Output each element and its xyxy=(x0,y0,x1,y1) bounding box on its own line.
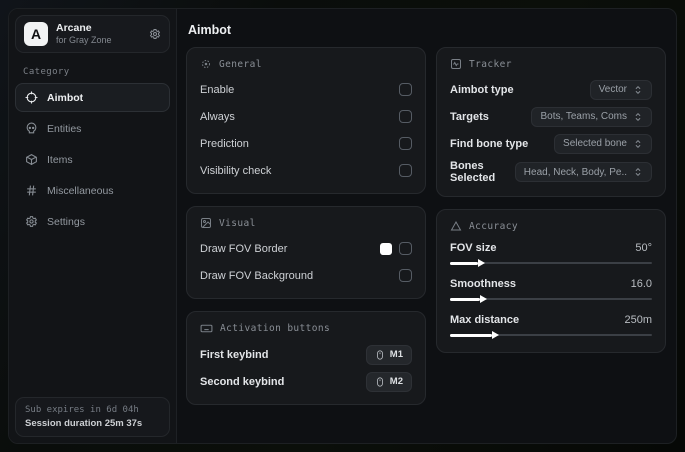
sidebar-item-label: Entities xyxy=(47,122,82,135)
aimbot-type-dropdown[interactable]: Vector xyxy=(589,79,652,100)
setting-row-always: Always xyxy=(200,106,412,127)
second-keybind-button[interactable]: M2 xyxy=(365,371,412,392)
setting-row-second-keybind: Second keybind M2 xyxy=(200,371,412,392)
enable-checkbox[interactable] xyxy=(399,83,412,96)
sidebar-item-entities[interactable]: Entities xyxy=(15,114,170,143)
image-icon xyxy=(200,217,212,229)
setting-row-enable: Enable xyxy=(200,79,412,100)
fov-size-value: 50° xyxy=(635,242,652,254)
chevrons-up-down-icon xyxy=(633,167,643,177)
box-icon xyxy=(25,153,38,166)
find-bone-type-dropdown[interactable]: Selected bone xyxy=(554,133,652,154)
sub-expires-text: Sub expires in 6d 04h xyxy=(25,405,139,415)
general-card: General Enable Always Prediction Visibil… xyxy=(186,47,426,194)
section-title: General xyxy=(219,58,262,70)
setting-row-bones-selected: Bones Selected Head, Neck, Body, Pe.. xyxy=(450,160,652,184)
app-name: Arcane xyxy=(56,22,92,35)
sidebar-item-aimbot[interactable]: Aimbot xyxy=(15,83,170,112)
setting-row-find-bone-type: Find bone type Selected bone xyxy=(450,133,652,154)
max-distance-slider[interactable] xyxy=(450,330,652,340)
activity-icon xyxy=(450,58,462,70)
mouse-icon xyxy=(375,376,385,388)
sidebar-item-label: Items xyxy=(47,153,73,166)
slider-thumb[interactable] xyxy=(492,331,500,339)
first-keybind-button[interactable]: M1 xyxy=(365,344,412,365)
chevrons-up-down-icon xyxy=(633,112,643,122)
app-logo: A xyxy=(24,22,48,46)
app-subtitle: for Gray Zone xyxy=(56,34,112,45)
setting-row-aimbot-type: Aimbot type Vector xyxy=(450,79,652,100)
smoothness-value: 16.0 xyxy=(630,278,652,290)
setting-row-draw-fov-background: Draw FOV Background xyxy=(200,265,412,286)
page-title: Aimbot xyxy=(188,23,232,37)
setting-row-prediction: Prediction xyxy=(200,133,412,154)
accuracy-card: Accuracy FOV size 50° Smoothness 16.0 Ma… xyxy=(436,209,666,353)
sidebar-item-label: Miscellaneous xyxy=(47,184,114,197)
crosshair-icon xyxy=(25,91,38,104)
visual-card: Visual Draw FOV Border Draw FOV Backgrou… xyxy=(186,206,426,299)
always-checkbox[interactable] xyxy=(399,110,412,123)
chevrons-up-down-icon xyxy=(633,139,643,149)
fov-border-color-swatch[interactable] xyxy=(380,242,392,255)
mouse-icon xyxy=(375,349,385,361)
sidebar-item-label: Settings xyxy=(47,215,85,228)
section-title: Activation buttons xyxy=(220,323,331,334)
sidebar-nav: Aimbot Entities Items Miscellaneous Sett… xyxy=(15,83,170,236)
bones-selected-dropdown[interactable]: Head, Neck, Body, Pe.. xyxy=(514,162,652,182)
draw-fov-background-checkbox[interactable] xyxy=(399,269,412,282)
draw-fov-border-checkbox[interactable] xyxy=(399,242,412,255)
activation-buttons-card: Activation buttons First keybind M1 Seco… xyxy=(186,311,426,405)
setting-row-fov-size: FOV size 50° xyxy=(450,242,652,268)
targets-dropdown[interactable]: Bots, Teams, Coms xyxy=(531,106,652,127)
keyboard-icon xyxy=(200,322,213,335)
setting-row-smoothness: Smoothness 16.0 xyxy=(450,278,652,304)
section-title: Accuracy xyxy=(469,220,518,232)
chevrons-up-down-icon xyxy=(633,85,643,95)
header-gear-icon[interactable] xyxy=(149,28,161,40)
sliders-icon xyxy=(25,184,38,197)
slider-thumb[interactable] xyxy=(478,259,486,267)
section-title: Visual xyxy=(219,217,256,229)
category-label: Category xyxy=(23,67,70,77)
subscription-info: Sub expires in 6d 04h Session duration 2… xyxy=(15,397,170,437)
sidebar-item-miscellaneous[interactable]: Miscellaneous xyxy=(15,176,170,205)
setting-row-visibility-check: Visibility check xyxy=(200,160,412,181)
fov-size-slider[interactable] xyxy=(450,258,652,268)
visibility-check-checkbox[interactable] xyxy=(399,164,412,177)
app-header: A Arcane for Gray Zone xyxy=(15,15,170,53)
setting-row-max-distance: Max distance 250m xyxy=(450,314,652,340)
sidebar: A Arcane for Gray Zone Category Aimbot E… xyxy=(9,9,177,443)
setting-row-draw-fov-border: Draw FOV Border xyxy=(200,238,412,259)
slider-thumb[interactable] xyxy=(480,295,488,303)
sidebar-item-settings[interactable]: Settings xyxy=(15,207,170,236)
triangle-icon xyxy=(450,220,462,232)
setting-row-targets: Targets Bots, Teams, Coms xyxy=(450,106,652,127)
prediction-checkbox[interactable] xyxy=(399,137,412,150)
app-window: A Arcane for Gray Zone Category Aimbot E… xyxy=(8,8,677,444)
session-duration-text: Session duration 25m 37s xyxy=(25,418,143,429)
max-distance-value: 250m xyxy=(624,314,652,326)
crosshair-icon xyxy=(200,58,212,70)
main-content: Aimbot General Enable Always Prediction … xyxy=(177,9,676,443)
setting-row-first-keybind: First keybind M1 xyxy=(200,344,412,365)
gear-icon xyxy=(25,215,38,228)
smoothness-slider[interactable] xyxy=(450,294,652,304)
sidebar-item-label: Aimbot xyxy=(47,91,84,104)
sidebar-item-items[interactable]: Items xyxy=(15,145,170,174)
tracker-card: Tracker Aimbot type Vector Targets Bots,… xyxy=(436,47,666,197)
section-title: Tracker xyxy=(469,58,512,70)
entities-icon xyxy=(25,122,38,135)
